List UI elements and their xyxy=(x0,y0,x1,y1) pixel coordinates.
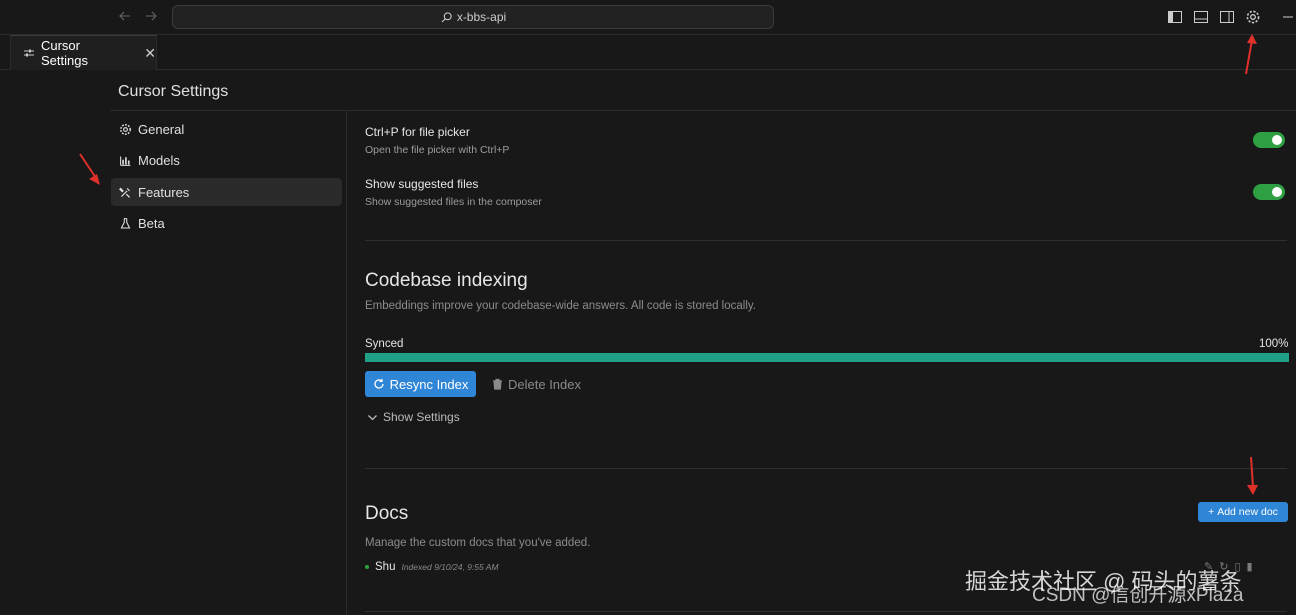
show-settings-label: Show Settings xyxy=(383,410,460,424)
annotation-arrow-icon xyxy=(1247,456,1258,495)
editor-tab-bar: Cursor Settings ✕ xyxy=(0,35,1296,70)
title-bar: x-bbs-api xyxy=(0,0,1296,35)
file-picker-toggle[interactable] xyxy=(1253,132,1285,148)
sidebar-item-label: General xyxy=(138,121,185,137)
page-title: Cursor Settings xyxy=(118,83,229,100)
tab-label: Cursor Settings xyxy=(40,38,88,68)
divider xyxy=(365,468,1287,469)
doc-indexed-meta: Indexed 9/10/24, 9:55 AM xyxy=(401,562,499,572)
sync-percent: 100% xyxy=(1259,338,1289,350)
gear-icon xyxy=(120,123,131,135)
tools-icon xyxy=(119,187,131,198)
annotation-arrow-icon xyxy=(79,153,100,185)
plus-icon: + xyxy=(1208,506,1215,518)
divider xyxy=(110,110,1296,111)
index-progress-bar xyxy=(365,353,1289,362)
toggle-secondary-sidebar-icon[interactable] xyxy=(1219,9,1235,25)
doc-list-item[interactable]: Shu Indexed 9/10/24, 9:55 AM xyxy=(365,561,499,573)
show-settings-toggle[interactable]: Show Settings xyxy=(367,410,460,424)
watermark-csdn: CSDN @信创开源xPlaza xyxy=(1032,585,1244,606)
sidebar-divider xyxy=(346,111,347,615)
file-picker-title: Ctrl+P for file picker xyxy=(365,125,470,139)
search-text: x-bbs-api xyxy=(456,10,507,24)
suggested-files-title: Show suggested files xyxy=(365,177,479,191)
trash-icon xyxy=(493,378,502,390)
doc-name: Shu xyxy=(375,561,396,573)
sidebar-item-beta[interactable]: Beta xyxy=(111,209,342,237)
resync-index-button[interactable]: Resync Index xyxy=(365,371,476,397)
status-dot-icon xyxy=(365,565,369,569)
add-new-doc-label: Add new doc xyxy=(1217,506,1278,518)
settings-sliders-icon xyxy=(23,49,34,57)
toggle-panel-icon[interactable] xyxy=(1193,9,1209,25)
annotation-arrow-icon xyxy=(1245,34,1257,75)
close-icon[interactable]: ✕ xyxy=(144,45,156,62)
codebase-indexing-subtitle: Embeddings improve your codebase-wide an… xyxy=(365,300,756,312)
trash-icon[interactable]: ▮ xyxy=(1247,560,1253,573)
delete-index-button[interactable]: Delete Index xyxy=(492,371,581,397)
toggle-primary-sidebar-icon[interactable] xyxy=(1167,9,1183,25)
search-icon xyxy=(441,11,452,22)
index-progress-fill xyxy=(365,353,1289,362)
sidebar-item-label: Models xyxy=(138,152,180,168)
resync-index-label: Resync Index xyxy=(389,376,469,392)
tab-cursor-settings[interactable]: Cursor Settings ✕ xyxy=(10,35,157,70)
delete-index-label: Delete Index xyxy=(508,376,581,392)
refresh-icon xyxy=(373,379,384,389)
sidebar-item-general[interactable]: General xyxy=(111,115,342,143)
docs-title: Docs xyxy=(365,503,409,524)
sidebar-item-label: Features xyxy=(138,184,190,200)
sidebar-item-label: Beta xyxy=(138,215,165,231)
sidebar-item-features[interactable]: Features xyxy=(111,178,342,206)
file-picker-subtitle: Open the file picker with Ctrl+P xyxy=(365,144,510,156)
suggested-files-subtitle: Show suggested files in the composer xyxy=(365,196,542,208)
divider xyxy=(365,611,1287,612)
settings-gear-icon[interactable] xyxy=(1245,9,1261,25)
codebase-indexing-title: Codebase indexing xyxy=(365,270,528,291)
command-center-search[interactable]: x-bbs-api xyxy=(172,5,774,29)
chevron-down-icon xyxy=(368,414,377,420)
minimize-icon[interactable] xyxy=(1282,9,1296,25)
sync-status: Synced xyxy=(365,338,404,350)
settings-editor: Cursor Settings General Models Features … xyxy=(0,71,1296,615)
bar-chart-icon xyxy=(120,155,131,166)
forward-arrow-icon[interactable] xyxy=(142,8,160,26)
add-new-doc-button[interactable]: + Add new doc xyxy=(1198,502,1288,522)
docs-subtitle: Manage the custom docs that you've added… xyxy=(365,537,591,549)
divider xyxy=(365,240,1287,241)
back-arrow-icon[interactable] xyxy=(116,8,134,26)
sidebar-item-models[interactable]: Models xyxy=(111,146,342,174)
suggested-files-toggle[interactable] xyxy=(1253,184,1285,200)
flask-icon xyxy=(120,217,131,228)
